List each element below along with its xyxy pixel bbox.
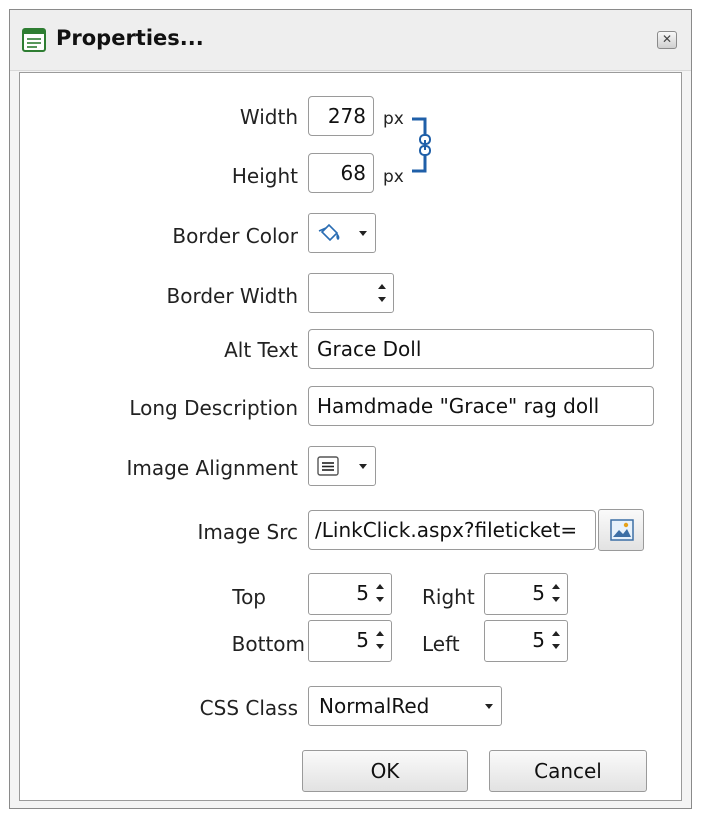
margin-left-stepper[interactable]: 5 — [484, 620, 568, 662]
height-input[interactable]: 68 — [308, 153, 374, 193]
height-label: Height — [231, 164, 298, 188]
chevron-down-icon — [359, 231, 367, 236]
align-lines-icon — [317, 456, 339, 476]
width-input[interactable]: 278 — [308, 96, 374, 136]
properties-dialog: Properties... ✕ Width 278 px Height 68 p… — [9, 9, 692, 809]
stepper-arrows-icon[interactable] — [551, 628, 561, 652]
css-class-value: NormalRed — [319, 694, 430, 718]
margin-top-stepper[interactable]: 5 — [308, 573, 392, 615]
chevron-down-icon — [485, 704, 493, 709]
border-width-stepper[interactable] — [308, 273, 394, 313]
height-unit: px — [383, 167, 404, 187]
border-width-label: Border Width — [166, 284, 298, 308]
margin-top-label: Top — [232, 585, 266, 609]
margin-left-value: 5 — [532, 628, 545, 652]
paint-bucket-icon — [318, 223, 340, 242]
margin-bottom-stepper[interactable]: 5 — [308, 620, 392, 662]
margin-right-value: 5 — [532, 581, 545, 605]
title-bar: Properties... ✕ — [10, 10, 691, 71]
image-src-label: Image Src — [197, 520, 298, 544]
image-alignment-label: Image Alignment — [126, 456, 298, 480]
cancel-button[interactable]: Cancel — [489, 750, 647, 792]
margin-right-stepper[interactable]: 5 — [484, 573, 568, 615]
image-alignment-picker[interactable] — [308, 446, 376, 486]
dialog-title: Properties... — [56, 26, 204, 50]
image-browse-icon — [610, 519, 634, 541]
close-button[interactable]: ✕ — [657, 31, 677, 49]
properties-form: Width 278 px Height 68 px Border Color B… — [19, 72, 682, 801]
image-browse-button[interactable] — [598, 509, 644, 551]
margin-right-label: Right — [422, 585, 475, 609]
margin-top-value: 5 — [356, 581, 369, 605]
width-unit: px — [383, 109, 404, 129]
margin-left-label: Left — [422, 632, 460, 656]
long-description-label: Long Description — [129, 396, 298, 420]
border-color-picker[interactable] — [308, 213, 376, 253]
css-class-select[interactable]: NormalRed — [308, 686, 502, 726]
stepper-arrows-icon[interactable] — [377, 281, 387, 305]
stepper-arrows-icon[interactable] — [551, 581, 561, 605]
lock-aspect-ratio-icon[interactable] — [411, 113, 435, 177]
chevron-down-icon — [359, 464, 367, 469]
width-label: Width — [239, 105, 298, 129]
ok-button[interactable]: OK — [302, 750, 468, 792]
margin-bottom-label: Bottom — [231, 632, 305, 656]
long-description-input[interactable]: Hamdmade "Grace" rag doll — [308, 386, 654, 426]
properties-window-icon — [22, 28, 46, 52]
margin-bottom-value: 5 — [356, 628, 369, 652]
image-src-input[interactable]: /LinkClick.aspx?fileticket= — [308, 510, 596, 550]
stepper-arrows-icon[interactable] — [375, 628, 385, 652]
border-color-label: Border Color — [172, 224, 298, 248]
alt-text-label: Alt Text — [224, 338, 298, 362]
alt-text-input[interactable]: Grace Doll — [308, 329, 654, 369]
stepper-arrows-icon[interactable] — [375, 581, 385, 605]
css-class-label: CSS Class — [199, 696, 298, 720]
